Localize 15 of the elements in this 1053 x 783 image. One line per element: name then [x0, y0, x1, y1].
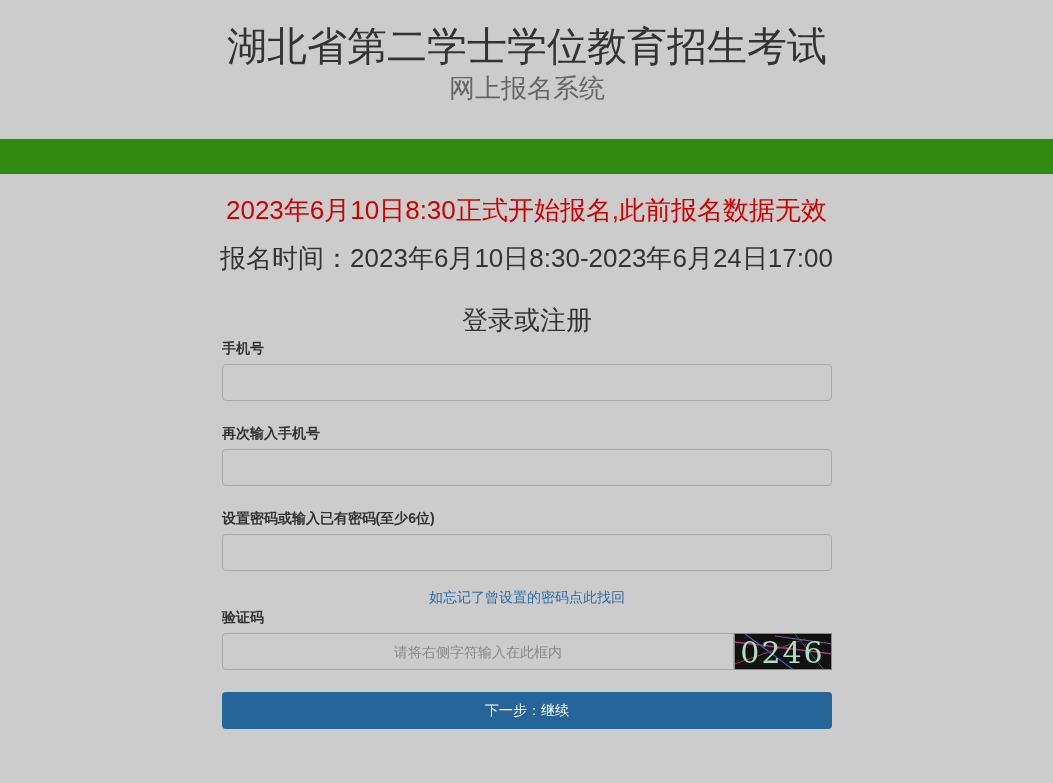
input-field[interactable]: [221, 534, 832, 571]
password-recovery-link[interactable]: 如忘记了曾设置的密码点此找回: [428, 587, 625, 607]
field-label: 再次输入手机号: [221, 424, 321, 443]
field-label: 验证码: [221, 608, 265, 627]
input-field[interactable]: [221, 449, 832, 486]
notice-text: 2023年6月10日8:30正式开始报名,此前报名数据无效: [224, 194, 828, 226]
registration-period: 报名时间：2023年6月10日8:30-2023年6月24日17:00: [219, 242, 834, 274]
page-title: 湖北省第二学士学位教育招生考试: [226, 23, 827, 70]
form-title: 登录或注册: [460, 304, 593, 336]
submit-button[interactable]: 下一步：继续: [221, 692, 832, 729]
field-label: 手机号: [221, 339, 265, 358]
page-subtitle: 网上报名系统: [448, 72, 605, 104]
captcha-input-field[interactable]: 请将右侧字符输入在此框内: [221, 633, 734, 670]
input-field[interactable]: [221, 364, 832, 401]
field-label: 设置密码或输入已有密码(至少6位): [221, 509, 436, 528]
